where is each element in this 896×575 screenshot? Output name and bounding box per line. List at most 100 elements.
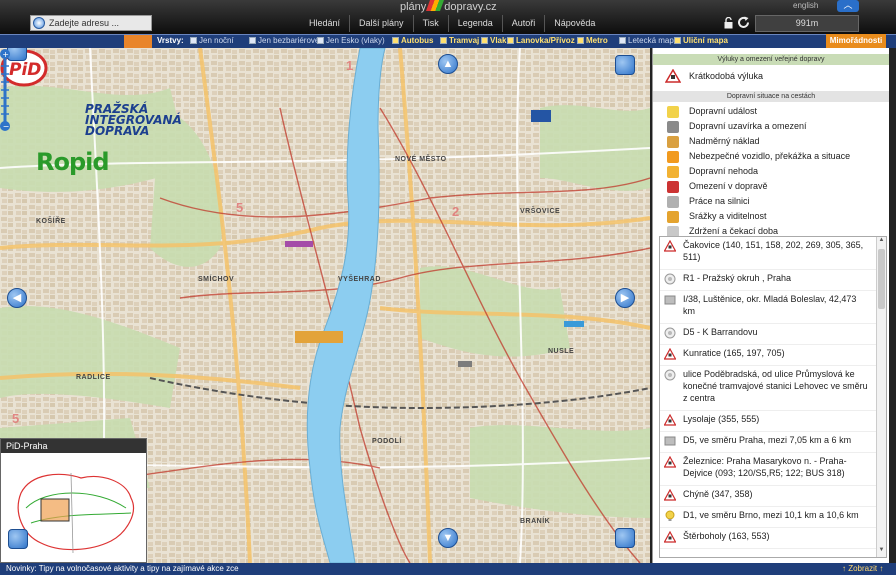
legend-item-4[interactable]: Dopravní nehoda	[653, 164, 889, 179]
event-list-item[interactable]: Čakovice (140, 151, 158, 202, 269, 305, …	[660, 237, 886, 270]
svg-text:−: −	[3, 122, 10, 131]
legend-item-0[interactable]: Dopravní událost	[653, 104, 889, 119]
menu-item-2[interactable]: Tisk	[414, 15, 449, 32]
event-list-item[interactable]: R1 - Pražský okruh , Praha	[660, 270, 886, 291]
layer-checkbox-icon[interactable]	[392, 37, 399, 44]
logo-prefix: plány	[400, 1, 427, 13]
section-road-situations: Dopravní situace na cestách	[653, 91, 889, 102]
layer-toggle-8[interactable]: Letecká mapa	[619, 36, 678, 45]
bottom-bar: Novinky: Tipy na volnočasové aktivity a …	[0, 563, 896, 575]
event-text: Kunratice (165, 197, 705)	[683, 348, 785, 358]
layer-checkbox-icon[interactable]	[481, 37, 488, 44]
news-ticker[interactable]: Novinky: Tipy na volnočasové aktivity a …	[6, 563, 239, 575]
layer-checkbox-icon[interactable]	[249, 37, 256, 44]
pan-down-button[interactable]: ▼	[438, 528, 458, 548]
layer-toggle-7[interactable]: Metro	[577, 36, 608, 45]
legend-item-2[interactable]: Nadměrný náklad	[653, 134, 889, 149]
scroll-down-icon[interactable]: ▼	[877, 547, 886, 557]
event-list-item[interactable]: Štěrboholy (163, 553)	[660, 528, 886, 549]
legend-item-7[interactable]: Srážky a viditelnost	[653, 209, 889, 224]
pan-up-button[interactable]: ▲	[438, 54, 458, 74]
layer-toggle-2[interactable]: Jen Esko (vlaky)	[317, 36, 385, 45]
layer-checkbox-icon[interactable]	[619, 37, 626, 44]
event-list-item[interactable]: D5 - K Barrandovu	[660, 324, 886, 345]
event-list-item[interactable]: Železnice: Praha Masarykovo n. - Praha-D…	[660, 453, 886, 486]
layer-toggle-5[interactable]: Vlak	[481, 36, 506, 45]
legend-item-6[interactable]: Práce na silnici	[653, 194, 889, 209]
zoom-slider[interactable]: + −	[0, 48, 10, 132]
menu-item-0[interactable]: Hledání	[300, 15, 351, 32]
events-list[interactable]: Čakovice (140, 151, 158, 202, 269, 305, …	[659, 236, 887, 558]
layer-checkbox-icon[interactable]	[674, 37, 681, 44]
layer-checkbox-icon[interactable]	[317, 37, 324, 44]
menu-item-4[interactable]: Autoři	[503, 15, 546, 32]
legend-symbol-icon	[667, 211, 679, 223]
site-logo[interactable]: plány dopravy.cz	[400, 0, 497, 13]
event-text: I/38, Luštěnice, okr. Mladá Boleslav, 42…	[683, 294, 857, 316]
legend-label: Nebezpečné vozidlo, překážka a situace	[689, 151, 851, 161]
layers-toggle-button[interactable]	[124, 35, 152, 48]
layer-toggle-0[interactable]: Jen noční	[190, 36, 234, 45]
legend-label: Omezení v dopravě	[689, 181, 768, 191]
pan-right-button[interactable]: ▶	[615, 288, 635, 308]
legend-short-outage[interactable]: Krátkodobá výluka	[653, 65, 889, 87]
warning-icon	[663, 413, 677, 426]
lock-icon[interactable]	[724, 17, 733, 29]
overview-minimap[interactable]: PiD-Praha	[0, 438, 147, 563]
legend-symbol-icon	[667, 166, 679, 178]
legend-item-3[interactable]: Nebezpečné vozidlo, překážka a situace	[653, 149, 889, 164]
fullscreen-top-right-button[interactable]	[615, 55, 635, 75]
map-label-district: NOVÉ MĚSTO	[395, 156, 447, 163]
event-list-item[interactable]: Lysolaje (355, 555)	[660, 411, 886, 432]
section-public-transport-outages: Výluky a omezení veřejné dopravy	[653, 54, 889, 65]
event-list-item[interactable]: Kunratice (165, 197, 705)	[660, 345, 886, 366]
menu-item-3[interactable]: Legenda	[449, 15, 503, 32]
layer-checkbox-icon[interactable]	[440, 37, 447, 44]
legend-label: Práce na silnici	[689, 196, 750, 206]
address-search-input[interactable]: Zadejte adresu ...	[30, 15, 152, 31]
minimap-toggle-button[interactable]	[8, 529, 28, 549]
legend-label: Dopravní událost	[689, 106, 758, 116]
layer-checkbox-icon[interactable]	[507, 37, 514, 44]
layer-toggle-9[interactable]: Uliční mapa	[674, 36, 728, 45]
event-text: D5 - K Barrandovu	[683, 327, 758, 337]
warning-triangle-icon	[665, 69, 681, 83]
layer-toggle-6[interactable]: Lanovka/Přívoz	[507, 36, 575, 45]
event-list-item[interactable]: Chýně (347, 358)	[660, 486, 886, 507]
layer-checkbox-icon[interactable]	[190, 37, 197, 44]
ropid-logo: Ropid	[36, 148, 110, 176]
layer-toggle-4[interactable]: Tramvaj	[440, 36, 479, 45]
language-link[interactable]: english	[793, 1, 818, 10]
extraordinary-button[interactable]: Mimořádnosti	[826, 34, 886, 48]
svg-text:5: 5	[12, 411, 19, 426]
layer-toggle-1[interactable]: Jen bezbariérové	[249, 36, 319, 45]
fullscreen-top-left-button[interactable]	[7, 48, 27, 61]
scroll-thumb[interactable]	[878, 249, 885, 309]
legend-item-1[interactable]: Dopravní uzavírka a omezení	[653, 119, 889, 134]
events-scrollbar[interactable]: ▲ ▼	[876, 237, 886, 557]
event-list-item[interactable]: I/38, Luštěnice, okr. Mladá Boleslav, 42…	[660, 291, 886, 324]
map-label-district: SMÍCHOV	[198, 276, 235, 283]
event-text: ulice Poděbradská, od ulice Průmyslová k…	[683, 369, 868, 403]
refresh-icon[interactable]	[737, 16, 750, 29]
show-news-link[interactable]: ↑ Zobrazit ↑	[842, 563, 883, 575]
legend-symbol-icon	[667, 151, 679, 163]
layer-label: Jen noční	[199, 36, 234, 45]
collapse-header-button[interactable]: ︿	[837, 0, 859, 12]
layer-label: Letecká mapa	[628, 36, 679, 45]
layer-checkbox-icon[interactable]	[577, 37, 584, 44]
event-list-item[interactable]: D5, ve směru Praha, mezi 7,05 km a 6 km	[660, 432, 886, 453]
layer-toggle-3[interactable]: Autobus	[392, 36, 433, 45]
pan-left-button[interactable]: ◀	[7, 288, 27, 308]
event-list-item[interactable]: D1, ve směru Brno, mezi 10,1 km a 10,6 k…	[660, 507, 886, 528]
event-list-item[interactable]: ulice Poděbradská, od ulice Průmyslová k…	[660, 366, 886, 411]
menu-item-1[interactable]: Další plány	[350, 15, 414, 32]
globe-icon	[33, 17, 45, 29]
scroll-up-icon[interactable]: ▲	[877, 237, 886, 247]
fullscreen-bottom-right-button[interactable]	[615, 528, 635, 548]
roadwork-icon	[664, 273, 676, 285]
legend-item-5[interactable]: Omezení v dopravě	[653, 179, 889, 194]
legend-label: Dopravní uzavírka a omezení	[689, 121, 807, 131]
menu-item-5[interactable]: Nápověda	[545, 15, 604, 32]
pid-logo-text: PRAŽSKÁ INTEGROVANÁ DOPRAVA	[85, 103, 182, 137]
